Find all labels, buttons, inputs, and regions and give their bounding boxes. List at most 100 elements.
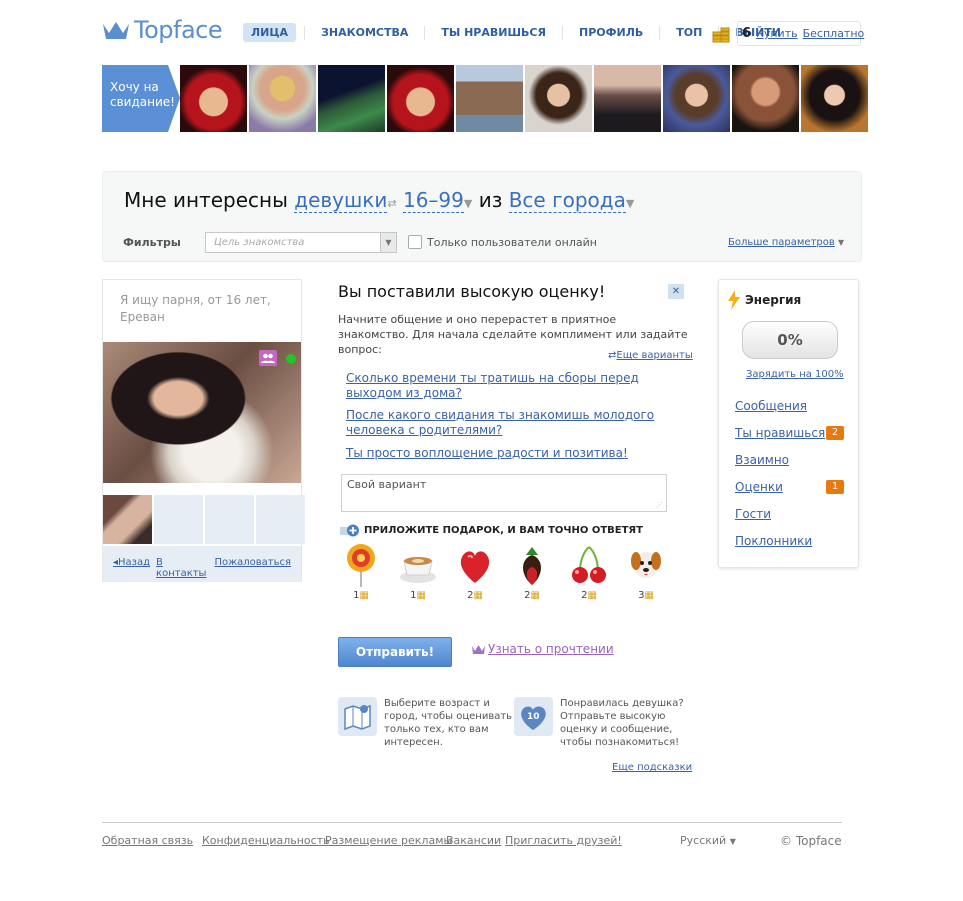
language-label: Русский	[680, 834, 727, 847]
chevron-down-icon[interactable]: ▼	[380, 233, 396, 252]
coins-icon: ▦	[587, 590, 597, 601]
nav-top[interactable]: ТОП	[668, 23, 710, 42]
gift-option[interactable]: 1▦	[399, 543, 437, 601]
checkbox-box[interactable]	[408, 235, 422, 249]
coffee-icon	[400, 557, 436, 583]
free-link[interactable]: Бесплатно	[803, 27, 865, 40]
more-variants-link[interactable]: ⇄Еще варианты	[608, 350, 693, 361]
filters-label: Фильтры	[123, 236, 181, 249]
lollipop-icon	[347, 544, 375, 587]
send-button[interactable]: Отправить!	[338, 637, 452, 667]
hint-text: Выберите возраст и город, чтобы оцениват…	[384, 697, 512, 749]
age-dropdown[interactable]: 16–99	[402, 188, 464, 213]
nav-divider	[561, 25, 563, 40]
filter-from: из	[478, 188, 503, 212]
coins-icon: ▦	[359, 590, 369, 601]
gift-option[interactable]: 2▦	[513, 543, 551, 601]
chevron-down-icon[interactable]: ▼	[464, 197, 472, 210]
chevron-down-icon[interactable]: ▼	[626, 197, 634, 210]
city-dropdown[interactable]: Все города	[508, 188, 626, 213]
energy-header: Энергия	[727, 290, 801, 310]
messages-link[interactable]: Сообщения	[735, 399, 807, 413]
strip-photo[interactable]	[249, 65, 316, 132]
own-variant-textarea[interactable]: Свой вариант ⋰	[341, 474, 667, 512]
back-label: Назад	[118, 557, 151, 568]
footer-feedback-link[interactable]: Обратная связь	[102, 834, 193, 847]
hint-line: только тех, кто вам	[384, 724, 489, 735]
nav-faces[interactable]: ЛИЦА	[243, 23, 297, 42]
footer-jobs-link[interactable]: Вакансии	[446, 834, 501, 847]
charge-link[interactable]: Зарядить на 100%	[746, 369, 844, 380]
question-option[interactable]: Сколько времени ты тратишь на сборы пере…	[346, 371, 686, 401]
friends-icon[interactable]	[259, 350, 277, 366]
gift-option[interactable]: 1▦	[342, 543, 380, 601]
footer-ads-link[interactable]: Размещение рекламы	[325, 834, 452, 847]
profile-photo[interactable]	[103, 342, 301, 483]
profile-thumb-empty	[205, 495, 254, 544]
gift-option[interactable]: 2▦	[456, 543, 494, 601]
gender-dropdown[interactable]: девушки	[294, 188, 388, 213]
fans-link[interactable]: Поклонники	[735, 534, 812, 548]
footer-privacy-link[interactable]: Конфиденциальность	[202, 834, 330, 847]
ratings-link[interactable]: Оценки	[735, 480, 783, 494]
strip-photo[interactable]	[594, 65, 661, 132]
footer-invite-link[interactable]: Пригласить друзей!	[505, 834, 622, 847]
nav-profile[interactable]: ПРОФИЛЬ	[571, 23, 651, 42]
online-only-label: Только пользователи онлайн	[427, 235, 597, 249]
add-contact-link[interactable]: В контакты	[156, 557, 208, 579]
guests-link[interactable]: Гости	[735, 507, 771, 521]
coins-icon: ▦	[473, 590, 483, 601]
strip-photo[interactable]	[387, 65, 454, 132]
puppy-icon	[631, 552, 661, 578]
heart-rating-icon: 10	[514, 697, 553, 736]
question-option[interactable]: Ты просто воплощение радости и позитива!	[346, 446, 686, 461]
topface-logo[interactable]: Topface	[102, 16, 223, 44]
swap-icon[interactable]: ⇄	[387, 197, 396, 210]
cherries-icon	[572, 546, 606, 583]
balance-box: 6 Купить Бесплатно	[737, 21, 864, 46]
more-params-label: Больше параметров	[728, 237, 835, 248]
you-liked-link[interactable]: Ты нравишься	[735, 426, 825, 440]
strip-photo[interactable]	[318, 65, 385, 132]
mutual-link[interactable]: Взаимно	[735, 453, 789, 467]
gift-option[interactable]: 2▦	[570, 543, 608, 601]
nav-you-liked[interactable]: ТЫ НРАВИШЬСЯ	[433, 23, 554, 42]
crown-icon	[103, 22, 129, 39]
question-option[interactable]: После какого свидания ты знакомишь молод…	[346, 408, 686, 438]
hint-line: оценку и сообщение,	[560, 724, 673, 735]
strip-photo[interactable]	[180, 65, 247, 132]
balance-count: 6	[742, 26, 752, 41]
buy-link[interactable]: Купить	[756, 27, 798, 40]
online-only-checkbox[interactable]: Только пользователи онлайн	[408, 235, 597, 249]
more-hints-link[interactable]: Еще подсказки	[612, 762, 692, 773]
profile-text-line: Я ищу парня, от 16 лет,	[120, 293, 271, 307]
resize-grip-icon[interactable]: ⋰	[656, 501, 663, 509]
goal-select[interactable]: Цель знакомства ▼	[205, 232, 397, 253]
hint-age-city: Выберите возраст и город, чтобы оцениват…	[338, 697, 512, 749]
complain-link[interactable]: Пожаловаться	[214, 557, 291, 571]
goal-placeholder: Цель знакомства	[214, 237, 305, 248]
filter-lead: Мне интересны	[124, 188, 288, 212]
strip-photo[interactable]	[732, 65, 799, 132]
strip-photo[interactable]	[525, 65, 592, 132]
strip-photo[interactable]	[663, 65, 730, 132]
heart-icon	[460, 551, 490, 583]
profile-thumb[interactable]	[103, 495, 152, 544]
back-link[interactable]: ◂Назад	[113, 557, 150, 571]
profile-thumb-empty	[154, 495, 203, 544]
strip-photo[interactable]	[456, 65, 523, 132]
read-receipt-link[interactable]: Узнать о прочтении	[472, 642, 614, 656]
gift-header: ПРИЛОЖИТЕ ПОДАРОК, И ВАМ ТОЧНО ОТВЕТЯТ	[340, 524, 643, 537]
want-date-button[interactable]: Хочу на свидание!	[102, 65, 180, 132]
nav-dating[interactable]: ЗНАКОМСТВА	[313, 23, 416, 42]
more-params-link[interactable]: Больше параметров ▼	[728, 237, 844, 248]
gift-option[interactable]: 3▦	[627, 543, 665, 601]
lightning-icon	[728, 290, 740, 310]
profile-city: Ереван	[120, 310, 165, 324]
own-variant-placeholder: Свой вариант	[347, 478, 427, 491]
coins-icon: ▦	[530, 590, 540, 601]
strip-photo[interactable]	[801, 65, 868, 132]
hint-text: Понравилась девушка? Отправьте высокую о…	[560, 697, 684, 749]
language-select[interactable]: Русский ▼	[680, 834, 736, 847]
close-icon[interactable]: ✕	[668, 284, 684, 299]
